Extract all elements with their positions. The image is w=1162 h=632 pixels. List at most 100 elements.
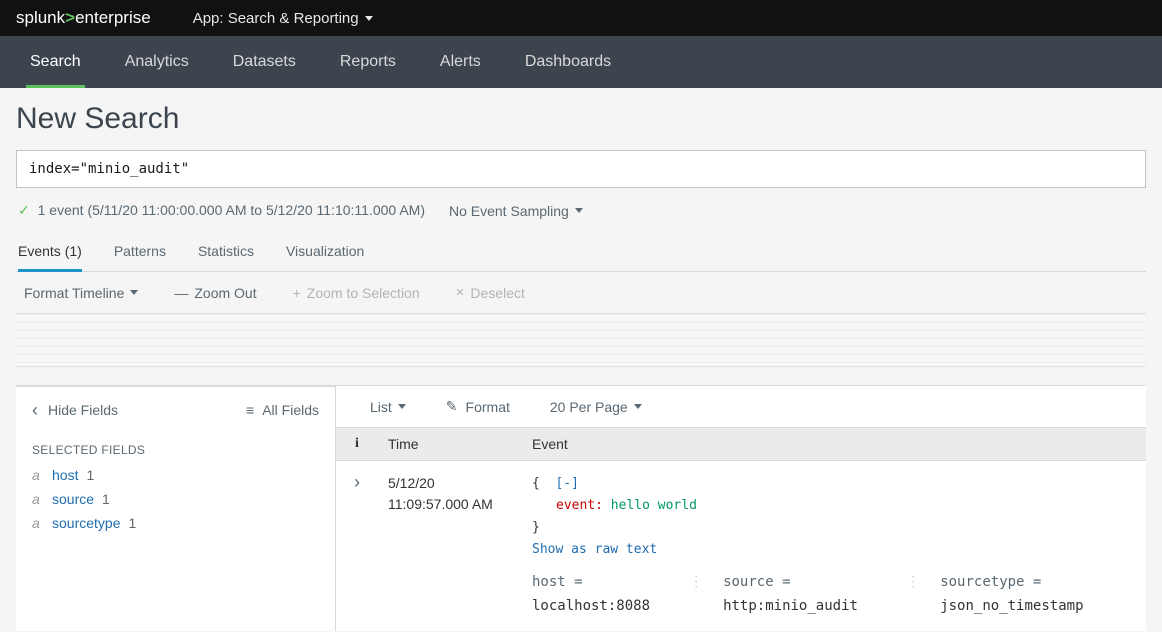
field-type-icon: a bbox=[32, 467, 44, 483]
event-row: 5/12/20 11:09:57.000 AM { [-] event: hel… bbox=[336, 461, 1146, 631]
json-key[interactable]: event bbox=[556, 498, 595, 513]
search-status: ✓ 1 event (5/11/20 11:00:00.000 AM to 5/… bbox=[18, 202, 425, 219]
col-header-event[interactable]: Event bbox=[522, 428, 1146, 460]
meta-value: localhost:8088 bbox=[532, 598, 650, 614]
zoom-to-selection-label: Zoom to Selection bbox=[307, 285, 420, 301]
view-mode-label: List bbox=[370, 399, 392, 415]
format-dropdown[interactable]: Format bbox=[446, 398, 510, 415]
search-input[interactable] bbox=[16, 150, 1146, 188]
event-sampling-label: No Event Sampling bbox=[449, 203, 569, 219]
field-name[interactable]: source bbox=[52, 491, 94, 507]
tab-patterns[interactable]: Patterns bbox=[114, 233, 166, 271]
json-collapse-toggle[interactable]: [-] bbox=[555, 476, 578, 491]
zoom-out-button[interactable]: Zoom Out bbox=[174, 285, 256, 301]
x-icon bbox=[456, 284, 465, 301]
event-body: { [-] event: hello world } Show as raw t… bbox=[522, 461, 1146, 631]
hide-fields-label: Hide Fields bbox=[48, 402, 118, 418]
format-timeline-dropdown[interactable]: Format Timeline bbox=[24, 285, 138, 301]
field-count: 1 bbox=[102, 491, 110, 507]
subnav: Search Analytics Datasets Reports Alerts… bbox=[0, 36, 1162, 88]
all-fields-label: All Fields bbox=[262, 402, 319, 418]
meta-source[interactable]: source = http:minio_audit bbox=[723, 571, 886, 619]
check-icon: ✓ bbox=[18, 202, 30, 218]
per-page-label: 20 Per Page bbox=[550, 399, 628, 415]
field-count: 1 bbox=[86, 467, 94, 483]
zoom-to-selection-button: Zoom to Selection bbox=[293, 285, 420, 301]
col-header-info[interactable]: i bbox=[336, 428, 378, 460]
deselect-button: Deselect bbox=[456, 284, 525, 301]
chevron-right-icon bbox=[354, 475, 360, 491]
page-title: New Search bbox=[16, 102, 1146, 136]
field-count: 1 bbox=[128, 515, 136, 531]
meta-value: json_no_timestamp bbox=[940, 598, 1083, 614]
selected-fields-heading: SELECTED FIELDS bbox=[16, 433, 335, 463]
show-raw-text-link[interactable]: Show as raw text bbox=[532, 542, 657, 557]
caret-down-icon bbox=[398, 404, 406, 409]
plus-icon bbox=[293, 285, 301, 301]
col-header-time[interactable]: Time bbox=[378, 428, 522, 460]
field-type-icon: a bbox=[32, 515, 44, 531]
field-row-host[interactable]: a host 1 bbox=[16, 463, 335, 487]
json-value[interactable]: hello world bbox=[611, 498, 697, 513]
meta-key: host = bbox=[532, 574, 583, 590]
event-date: 5/12/20 bbox=[388, 473, 512, 494]
all-fields-button[interactable]: All Fields bbox=[246, 401, 319, 419]
timeline-strip[interactable] bbox=[16, 313, 1146, 367]
fields-panel: Hide Fields All Fields SELECTED FIELDS a… bbox=[16, 385, 336, 631]
tab-statistics[interactable]: Statistics bbox=[198, 233, 254, 271]
view-mode-dropdown[interactable]: List bbox=[370, 399, 406, 415]
meta-key: source = bbox=[723, 574, 790, 590]
chevron-left-icon bbox=[32, 401, 42, 419]
deselect-label: Deselect bbox=[470, 285, 524, 301]
subnav-item-datasets[interactable]: Datasets bbox=[211, 36, 318, 88]
field-type-icon: a bbox=[32, 491, 44, 507]
tab-events[interactable]: Events (1) bbox=[18, 233, 82, 271]
tab-visualization[interactable]: Visualization bbox=[286, 233, 364, 271]
hide-fields-button[interactable]: Hide Fields bbox=[32, 401, 118, 419]
separator: ⋮ bbox=[906, 571, 920, 619]
per-page-dropdown[interactable]: 20 Per Page bbox=[550, 399, 642, 415]
json-open-brace: { bbox=[532, 476, 548, 491]
subnav-item-alerts[interactable]: Alerts bbox=[418, 36, 503, 88]
app-selector-label: App: Search & Reporting bbox=[193, 10, 359, 27]
event-sampling-dropdown[interactable]: No Event Sampling bbox=[449, 203, 583, 219]
brand-logo[interactable]: splunk>enterprise bbox=[16, 8, 151, 28]
event-meta: host = localhost:8088 ⋮ source = http:mi… bbox=[532, 571, 1136, 619]
meta-value: http:minio_audit bbox=[723, 598, 858, 614]
event-clock: 11:09:57.000 AM bbox=[388, 494, 512, 515]
separator: ⋮ bbox=[689, 571, 703, 619]
search-status-text: 1 event (5/11/20 11:00:00.000 AM to 5/12… bbox=[38, 202, 425, 218]
event-time: 5/12/20 11:09:57.000 AM bbox=[378, 461, 522, 527]
subnav-item-analytics[interactable]: Analytics bbox=[103, 36, 211, 88]
caret-down-icon bbox=[575, 208, 583, 213]
app-selector[interactable]: App: Search & Reporting bbox=[193, 10, 373, 27]
pencil-icon bbox=[446, 398, 460, 415]
field-row-sourcetype[interactable]: a sourcetype 1 bbox=[16, 511, 335, 535]
json-close-brace: } bbox=[532, 520, 540, 535]
meta-key: sourcetype = bbox=[940, 574, 1041, 590]
meta-host[interactable]: host = localhost:8088 bbox=[532, 571, 669, 619]
caret-down-icon bbox=[130, 290, 138, 295]
format-timeline-label: Format Timeline bbox=[24, 285, 124, 301]
logo-suffix: enterprise bbox=[75, 8, 151, 27]
subnav-item-dashboards[interactable]: Dashboards bbox=[503, 36, 633, 88]
field-row-source[interactable]: a source 1 bbox=[16, 487, 335, 511]
caret-down-icon bbox=[634, 404, 642, 409]
subnav-item-reports[interactable]: Reports bbox=[318, 36, 418, 88]
field-name[interactable]: sourcetype bbox=[52, 515, 120, 531]
json-colon: : bbox=[595, 498, 603, 513]
expand-row-button[interactable] bbox=[336, 461, 378, 503]
subnav-item-search[interactable]: Search bbox=[8, 36, 103, 88]
logo-prefix: splunk bbox=[16, 8, 65, 27]
zoom-out-label: Zoom Out bbox=[194, 285, 256, 301]
events-panel: List Format 20 Per Page i Time Event bbox=[336, 385, 1146, 631]
list-icon bbox=[246, 402, 256, 418]
dash-icon bbox=[174, 285, 188, 301]
caret-down-icon bbox=[365, 16, 373, 21]
logo-chevron: > bbox=[65, 8, 75, 27]
field-name[interactable]: host bbox=[52, 467, 78, 483]
meta-sourcetype[interactable]: sourcetype = json_no_timestamp bbox=[940, 571, 1136, 619]
events-table-header: i Time Event bbox=[336, 427, 1146, 461]
result-tabs: Events (1) Patterns Statistics Visualiza… bbox=[16, 233, 1146, 272]
format-label: Format bbox=[466, 399, 510, 415]
